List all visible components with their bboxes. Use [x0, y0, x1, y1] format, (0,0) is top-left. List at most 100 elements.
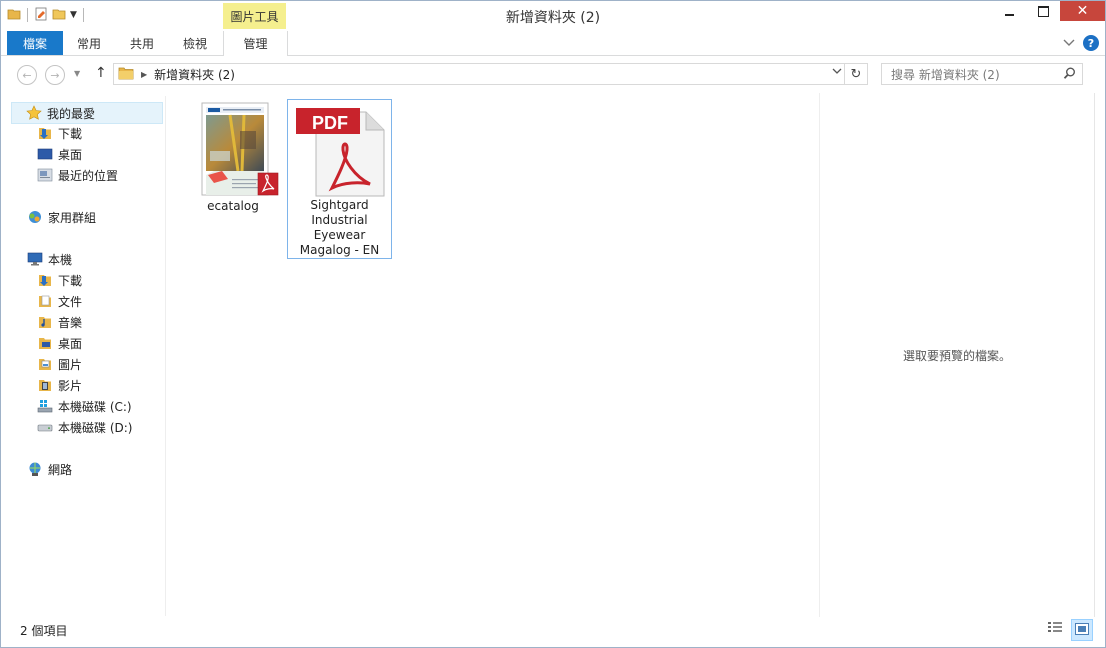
nav-thispc-music[interactable]: 音樂 — [37, 312, 82, 332]
nav-label: 家用群組 — [48, 210, 97, 225]
file-item[interactable]: ecatalog — [195, 99, 279, 214]
nav-label: 網路 — [48, 462, 73, 477]
homegroup-icon — [27, 209, 43, 225]
desktop-icon — [37, 146, 53, 162]
file-name-line: Eyewear — [313, 228, 366, 242]
nav-label: 音樂 — [58, 315, 83, 330]
videos-folder-icon — [37, 377, 53, 393]
minimize-button[interactable] — [992, 1, 1026, 21]
tab-view[interactable]: 檢視 — [171, 31, 219, 55]
file-list: ecatalog PDF Sightgard Industrial Eyewea… — [167, 93, 819, 617]
system-drive-icon — [37, 398, 53, 414]
file-item-selected[interactable]: PDF Sightgard Industrial Eyewear Magalog… — [287, 99, 392, 259]
item-count: 2 個項目 — [20, 624, 68, 638]
close-button[interactable]: ✕ — [1060, 1, 1105, 21]
maximize-button[interactable] — [1026, 1, 1060, 21]
tab-share[interactable]: 共用 — [117, 31, 167, 55]
nav-label: 桌面 — [58, 336, 83, 351]
ribbon-right-controls: ? — [1063, 35, 1099, 51]
navigation-bar: ← → ▼ ↑ ▶ 新增資料夾 (2) ↻ 搜尋 新增資料夾 (2) — [1, 57, 1105, 91]
preview-pane: 選取要預覽的檔案。 — [819, 93, 1094, 617]
star-icon — [26, 105, 42, 121]
close-icon: ✕ — [1076, 3, 1089, 19]
arrow-left-icon: ← — [22, 68, 32, 82]
details-view-button[interactable] — [1045, 619, 1065, 639]
nav-label: 最近的位置 — [58, 168, 119, 183]
tab-manage[interactable]: 管理 — [223, 31, 288, 56]
network-icon — [27, 461, 43, 477]
folder-icon — [118, 66, 134, 83]
up-button[interactable]: ↑ — [95, 65, 107, 81]
arrow-right-icon: → — [50, 68, 60, 82]
nav-favorites-recent[interactable]: 最近的位置 — [37, 165, 118, 185]
view-switcher — [1045, 619, 1093, 641]
file-name-line: Sightgard — [310, 198, 369, 212]
computer-icon — [27, 251, 43, 267]
breadcrumb-separator-icon[interactable]: ▶ — [141, 70, 147, 79]
help-icon[interactable]: ? — [1083, 35, 1099, 51]
nav-thispc-drive-c[interactable]: 本機磁碟 (C:) — [37, 396, 132, 416]
tab-home[interactable]: 常用 — [65, 31, 113, 55]
music-folder-icon — [37, 314, 53, 330]
nav-homegroup[interactable]: 家用群組 — [27, 207, 96, 227]
large-icons-view-icon — [1075, 622, 1089, 638]
navigation-pane: 我的最愛 下載 桌面 最近的位置 家用群組 本機 下載 文件 音樂 桌面 圖片 … — [7, 96, 166, 616]
nav-label: 圖片 — [58, 357, 83, 372]
pdf-thumbnail-icon — [198, 101, 279, 197]
tab-file[interactable]: 檔案 — [7, 31, 63, 55]
breadcrumb-current[interactable]: 新增資料夾 (2) — [154, 66, 235, 83]
downloads-folder-icon — [37, 272, 53, 288]
refresh-icon: ↻ — [850, 66, 862, 82]
recent-places-icon — [37, 167, 53, 183]
nav-label: 本機磁碟 (C:) — [58, 399, 132, 414]
nav-label: 影片 — [58, 378, 83, 393]
status-bar: 2 個項目 — [1, 619, 1105, 643]
preview-message: 選取要預覽的檔案。 — [902, 349, 1011, 363]
address-history-dropdown-icon[interactable] — [832, 67, 842, 78]
forward-button[interactable]: → — [45, 65, 65, 85]
nav-label: 桌面 — [58, 147, 83, 162]
explorer-window: ▼ 新增資料夾 (2) ✕ 圖片工具 檔案 常用 共用 檢視 管理 ? ← → … — [0, 0, 1106, 648]
desktop-folder-icon — [37, 335, 53, 351]
recent-locations-dropdown[interactable]: ▼ — [74, 69, 80, 78]
expand-ribbon-icon[interactable] — [1063, 36, 1075, 50]
nav-thispc-desktop[interactable]: 桌面 — [37, 333, 82, 353]
picture-tools-header: 圖片工具 — [223, 3, 286, 29]
svg-text:PDF: PDF — [312, 113, 348, 133]
nav-label: 下載 — [58, 273, 83, 288]
search-box[interactable]: 搜尋 新增資料夾 (2) — [881, 63, 1083, 85]
search-input[interactable]: 搜尋 新增資料夾 (2) — [891, 66, 1000, 83]
file-name-line: Magalog - EN — [299, 243, 380, 257]
address-bar[interactable]: ▶ 新增資料夾 (2) — [113, 63, 845, 85]
nav-label: 文件 — [58, 294, 83, 309]
downloads-folder-icon — [37, 125, 53, 141]
maximize-icon — [1037, 5, 1049, 17]
pictures-folder-icon — [37, 356, 53, 372]
documents-folder-icon — [37, 293, 53, 309]
nav-network[interactable]: 網路 — [27, 459, 72, 479]
nav-favorites-desktop[interactable]: 桌面 — [37, 144, 82, 164]
back-button[interactable]: ← — [17, 65, 37, 85]
nav-thispc-documents[interactable]: 文件 — [37, 291, 82, 311]
ribbon-tabs: 檔案 常用 共用 檢視 管理 ? — [1, 31, 1105, 56]
drive-icon — [37, 419, 53, 435]
pdf-icon: PDF — [292, 102, 388, 198]
nav-label: 本機 — [48, 252, 73, 267]
minimize-icon — [1004, 14, 1014, 16]
file-name: ecatalog — [207, 199, 259, 213]
nav-favorites-downloads[interactable]: 下載 — [37, 123, 82, 143]
search-icon[interactable] — [1063, 67, 1076, 83]
title-bar: ▼ 新增資料夾 (2) ✕ — [1, 1, 1105, 29]
window-title: 新增資料夾 (2) — [505, 10, 601, 26]
details-view-icon — [1047, 621, 1063, 638]
refresh-button[interactable]: ↻ — [845, 63, 868, 85]
large-icons-view-button[interactable] — [1071, 619, 1093, 641]
nav-favorites[interactable]: 我的最愛 — [11, 102, 163, 124]
nav-thispc-pictures[interactable]: 圖片 — [37, 354, 82, 374]
window-edge — [1094, 93, 1095, 617]
nav-thispc-downloads[interactable]: 下載 — [37, 270, 82, 290]
nav-thispc-videos[interactable]: 影片 — [37, 375, 82, 395]
nav-thispc[interactable]: 本機 — [27, 249, 72, 269]
nav-thispc-drive-d[interactable]: 本機磁碟 (D:) — [37, 417, 132, 437]
arrow-up-icon: ↑ — [95, 65, 107, 81]
